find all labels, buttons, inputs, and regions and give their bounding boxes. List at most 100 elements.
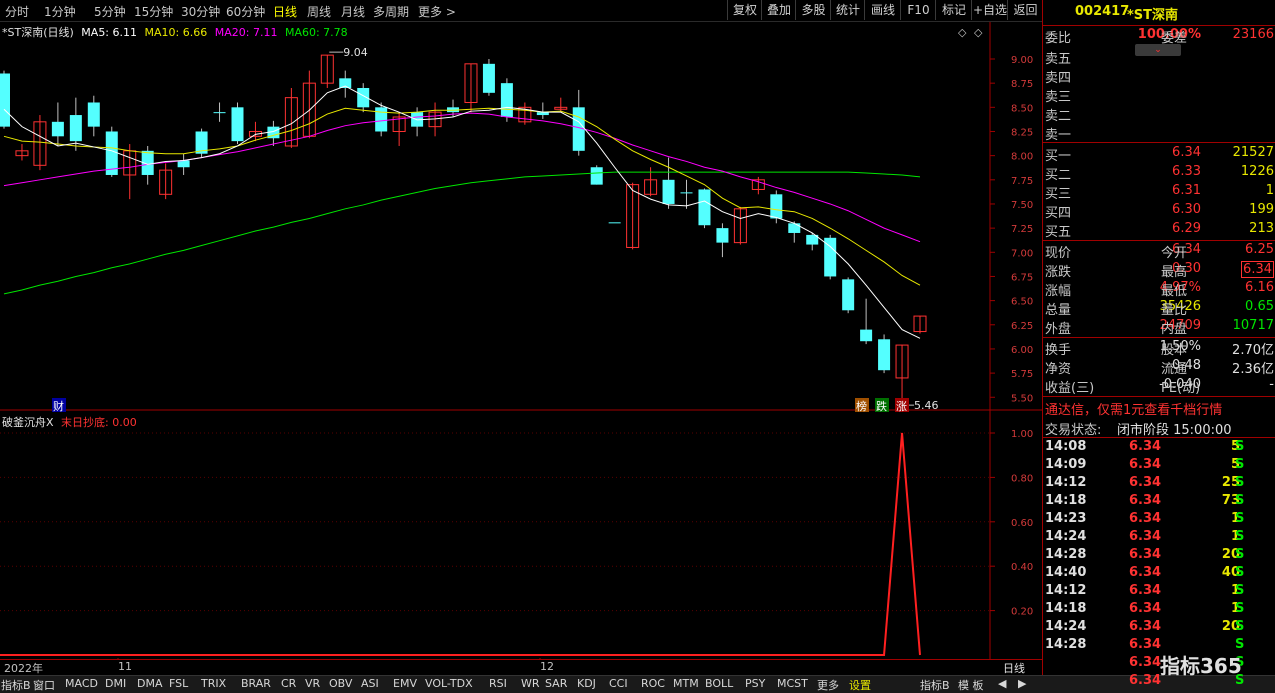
sub-y-tick-label: 0.60 (1011, 518, 1033, 529)
stat2-value-2: - (1269, 377, 1274, 392)
indicator-tab-0[interactable]: 指标B (1, 677, 31, 693)
stat-label: 外盘 (1045, 322, 1072, 337)
tick-side: S (1235, 493, 1245, 508)
candle-body (375, 107, 388, 132)
stat-row: 涨跌 0.30 最高 6.34 (1043, 261, 1275, 280)
indicator-tab-5[interactable]: FSL (169, 677, 188, 690)
sell-row: 卖三 (1043, 86, 1275, 105)
period-tab-1[interactable]: 1分钟 (44, 3, 76, 20)
tick-row: 14:40 6.34 40 S (1043, 565, 1275, 583)
indicator-tab-15[interactable]: WR (521, 677, 540, 690)
toolbar-button-2[interactable]: 多股 (795, 0, 831, 20)
toolbar-button-0[interactable]: 复权 (727, 0, 762, 20)
indicator-tab-12[interactable]: EMV (393, 677, 417, 690)
period-tab-0[interactable]: 分时 (5, 3, 29, 20)
indicator-tab-8[interactable]: CR (281, 677, 296, 690)
stat-row: 总量 35426 量比 0.65 (1043, 299, 1275, 318)
sell-row: 卖五 (1043, 48, 1275, 67)
date-label-nov: 11 (118, 660, 132, 673)
indicator-tab-4[interactable]: DMA (137, 677, 163, 690)
period-tab-2[interactable]: 5分钟 (94, 3, 126, 20)
candle-body (698, 189, 711, 226)
indicator-tab-22[interactable]: PSY (745, 677, 765, 690)
indicator-right-3[interactable]: ▶ (1018, 677, 1026, 690)
y-tick-label: 8.25 (1011, 127, 1033, 138)
y-tick-label: 6.25 (1011, 321, 1033, 332)
indicator-tab-13[interactable]: VOL-TDX (425, 677, 473, 690)
toolbar-button-6[interactable]: 标记 (935, 0, 972, 20)
period-tab-5[interactable]: 60分钟 (226, 3, 265, 20)
indicator-right-2[interactable]: ◀ (998, 677, 1006, 690)
toolbar-button-8[interactable]: 返回 (1007, 0, 1043, 20)
toolbar-button-5[interactable]: F10 (900, 0, 936, 20)
stat-label-2: 最高 (1161, 265, 1188, 280)
indicator-tab-3[interactable]: DMI (105, 677, 126, 690)
candle-body (482, 63, 495, 93)
sub-series-value: 末日抄底: 0.00 (61, 416, 137, 429)
buy-label: 买三 (1045, 187, 1072, 202)
indicator-tab-9[interactable]: VR (305, 677, 320, 690)
indicator-tab-23[interactable]: MCST (777, 677, 808, 690)
indicator-right-1[interactable]: 模 板 (958, 677, 984, 693)
candle-body (878, 339, 891, 371)
weicha-value: 23166 (1232, 27, 1274, 42)
kline-chart[interactable]: 9.00 8.75 8.50 8.25 8.00 7.75 7.50 7.25 7.00 6.75… (0, 22, 1042, 659)
tick-price: 6.34 (1129, 511, 1162, 526)
toolbar-button-3[interactable]: 统计 (830, 0, 865, 20)
y-tick-label: 7.75 (1011, 176, 1033, 187)
period-tab-10[interactable]: 更多 > (418, 3, 456, 20)
y-tick-label: 5.50 (1011, 393, 1033, 404)
period-tab-3[interactable]: 15分钟 (134, 3, 173, 20)
stat-label: 总量 (1045, 303, 1072, 318)
period-tab-8[interactable]: 月线 (341, 3, 365, 20)
stat2-row: 收益(三) -0.040 PE(动) - (1043, 377, 1275, 396)
stat-label-2: 今开 (1161, 246, 1188, 261)
close-icon: ◇ (974, 26, 983, 39)
toolbar-button-4[interactable]: 画线 (864, 0, 901, 20)
tag-cai: 财 (53, 399, 64, 413)
indicator-tab-17[interactable]: KDJ (577, 677, 596, 690)
indicator-tab-10[interactable]: OBV (329, 677, 352, 690)
candle-body (770, 194, 783, 219)
sub-y-tick-label: 0.40 (1011, 562, 1033, 573)
candle-body (213, 112, 226, 114)
stat2-value-2: 2.70亿 (1232, 343, 1274, 358)
candle-body (231, 107, 244, 142)
status-value: 闭市阶段 15:00:00 (1117, 423, 1232, 438)
candle-body (680, 192, 693, 194)
indicator-tab-24[interactable]: 更多 (817, 677, 839, 693)
stat-value-2: 6.16 (1245, 280, 1274, 295)
candle-body (87, 102, 100, 127)
y-tick-label: 7.50 (1011, 200, 1033, 211)
stat2-label-2: PE(动) (1161, 381, 1201, 396)
indicator-tab-7[interactable]: BRAR (241, 677, 271, 690)
indicator-tab-21[interactable]: BOLL (705, 677, 733, 690)
period-tab-9[interactable]: 多周期 (373, 3, 409, 20)
stock-code: 002417 (1075, 4, 1130, 19)
indicator-tab-19[interactable]: ROC (641, 677, 665, 690)
sell-label: 卖三 (1045, 90, 1072, 105)
indicator-tab-11[interactable]: ASI (361, 677, 379, 690)
ad-text[interactable]: 通达信，仅需1元查看千档行情 (1045, 399, 1222, 418)
indicator-tab-18[interactable]: CCI (609, 677, 628, 690)
tick-time: 14:24 (1045, 529, 1087, 544)
indicator-tab-6[interactable]: TRIX (201, 677, 226, 690)
toolbar-button-7[interactable]: +自选 (971, 0, 1008, 20)
stat-label-2: 最低 (1161, 284, 1188, 299)
indicator-tab-1[interactable]: 窗口 (33, 677, 55, 693)
indicator-tab-2[interactable]: MACD (65, 677, 98, 690)
indicator-tab-20[interactable]: MTM (673, 677, 699, 690)
ad-row[interactable]: 通达信，仅需1元查看千档行情 (1043, 399, 1275, 418)
sell-label: 卖二 (1045, 109, 1072, 124)
indicator-tab-25[interactable]: 设置 (849, 677, 871, 693)
buy-price: 6.29 (1172, 221, 1201, 236)
period-tab-6[interactable]: 日线 (273, 3, 297, 20)
indicator-tab-14[interactable]: RSI (489, 677, 507, 690)
toolbar-button-1[interactable]: 叠加 (761, 0, 796, 20)
indicator-right-0[interactable]: 指标B (920, 677, 950, 693)
period-tab-4[interactable]: 30分钟 (181, 3, 220, 20)
sell-label: 卖四 (1045, 71, 1072, 86)
date-axis: 2022年 11 12 日线 (0, 659, 1042, 675)
indicator-tab-16[interactable]: SAR (545, 677, 567, 690)
period-tab-7[interactable]: 周线 (307, 3, 331, 20)
